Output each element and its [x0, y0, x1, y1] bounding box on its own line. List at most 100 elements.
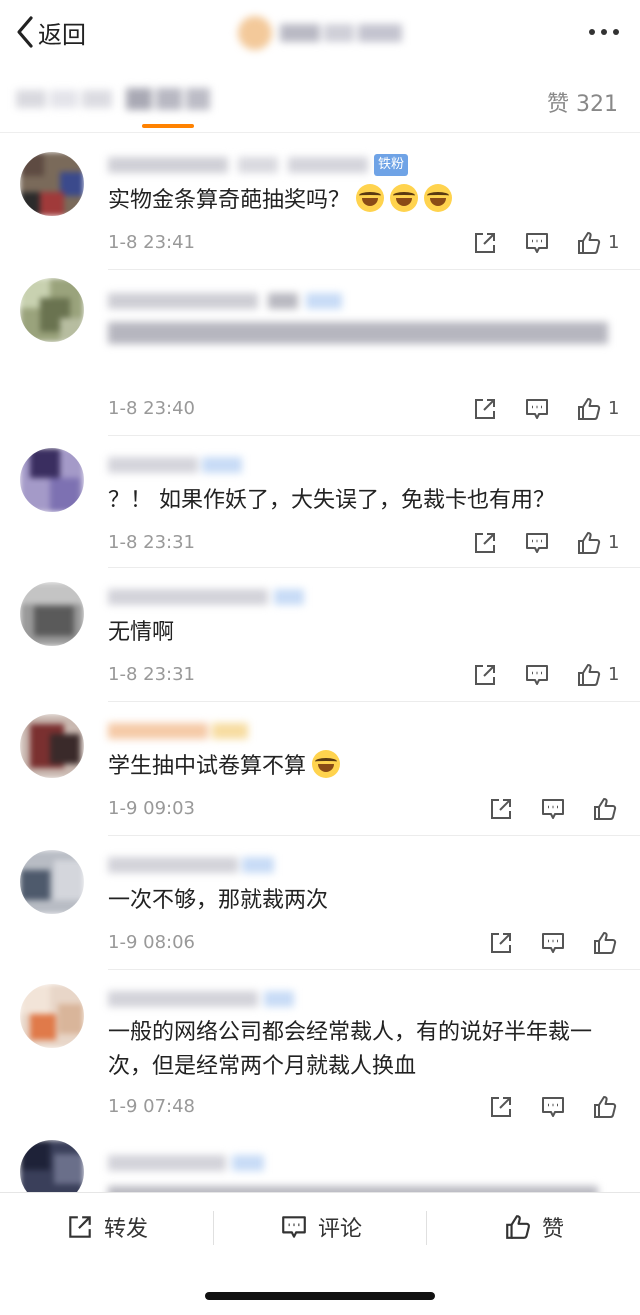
- repost-label: 转发: [104, 1217, 149, 1242]
- more-dot-icon: [601, 29, 607, 35]
- tears-of-joy-emoji-icon: [356, 184, 385, 212]
- like-button[interactable]: [574, 528, 604, 558]
- comment-time: 1-8 23:31: [108, 664, 195, 685]
- comment-text: ？！ 如果作妖了，大失误了，免裁卡也有用？: [108, 488, 555, 513]
- like-button[interactable]: [574, 228, 604, 258]
- tears-of-joy-emoji-icon: [424, 184, 453, 212]
- thumbs-up-icon: [578, 398, 601, 420]
- comment-item: 铁粉 实物金条算奇葩抽奖吗？ 1-8 23:41 1: [0, 134, 640, 270]
- share-button[interactable]: [470, 528, 500, 558]
- reply-button[interactable]: [522, 394, 552, 424]
- like-count: 1: [608, 232, 620, 253]
- tab-likes[interactable]: 赞 321: [547, 86, 618, 118]
- avatar[interactable]: [20, 448, 84, 512]
- more-menu-button[interactable]: [582, 14, 626, 50]
- like-button[interactable]: 赞: [504, 1207, 564, 1247]
- comment-text-content: 学生抽中试卷算不算: [108, 754, 307, 779]
- comment-text: 一次不够，那就裁两次: [108, 888, 329, 913]
- comment-icon: [282, 1216, 306, 1238]
- reply-button[interactable]: [538, 794, 568, 824]
- comment-item: 一次不够，那就裁两次 1-9 08:06: [0, 836, 640, 970]
- like-button[interactable]: [574, 394, 604, 424]
- username-blurred[interactable]: [108, 854, 278, 876]
- comment-time: 1-8 23:40: [108, 398, 195, 419]
- comment-text-content: 实物金条算奇葩抽奖吗？: [108, 188, 351, 213]
- reply-button[interactable]: [522, 228, 552, 258]
- avatar[interactable]: [20, 1140, 84, 1192]
- comment-icon: [542, 799, 564, 819]
- back-button[interactable]: 返回: [14, 10, 86, 54]
- like-count: 1: [608, 398, 620, 419]
- thumbs-up-icon: [594, 932, 617, 954]
- comment-text: 实物金条算奇葩抽奖吗？: [108, 184, 618, 218]
- thumbs-up-icon: [594, 798, 617, 820]
- active-tab-indicator: [142, 124, 194, 128]
- comment-text-blurred: [108, 1186, 598, 1192]
- share-button[interactable]: [486, 928, 516, 958]
- fan-badge: 铁粉: [374, 154, 409, 176]
- top-nav-bar: 返回: [0, 0, 640, 64]
- comment-item: 无情啊 1-8 23:31 1: [0, 568, 640, 702]
- avatar[interactable]: [20, 278, 84, 342]
- username-blurred[interactable]: [108, 154, 372, 176]
- username-blurred[interactable]: [108, 720, 250, 742]
- avatar[interactable]: [20, 984, 84, 1048]
- comment-item-partial: [0, 1134, 640, 1192]
- more-dot-icon: [589, 29, 595, 35]
- share-icon: [491, 799, 511, 819]
- like-count: 1: [608, 532, 620, 553]
- share-icon: [475, 533, 495, 553]
- avatar[interactable]: [20, 714, 84, 778]
- thumbs-up-icon: [578, 664, 601, 686]
- comment-time: 1-9 08:06: [108, 932, 195, 953]
- username-blurred[interactable]: [108, 290, 348, 312]
- crying-emoji-icon: [312, 750, 341, 778]
- comment-text: 一般的网络公司都会经常裁人，有的说好半年裁一次，但是经常两个月就裁人换血: [108, 1020, 593, 1079]
- comment-tab-bar: [0, 64, 640, 133]
- avatar[interactable]: [20, 152, 84, 216]
- comment-text: 无情啊: [108, 620, 175, 645]
- comment-time: 1-9 09:03: [108, 798, 195, 819]
- username-blurred[interactable]: [108, 988, 298, 1010]
- comment-item: 一般的网络公司都会经常裁人，有的说好半年裁一次，但是经常两个月就裁人换血 1-9…: [0, 970, 640, 1134]
- like-label: 赞: [542, 1217, 565, 1242]
- back-label: 返回: [38, 20, 86, 49]
- reply-button[interactable]: [522, 528, 552, 558]
- comment-button[interactable]: 评论: [280, 1207, 362, 1247]
- avatar[interactable]: [20, 850, 84, 914]
- share-button[interactable]: [470, 228, 500, 258]
- comment-text-blurred: [108, 322, 608, 344]
- like-count: 1: [608, 664, 620, 685]
- like-button[interactable]: [590, 794, 620, 824]
- like-button[interactable]: [574, 660, 604, 690]
- reply-button[interactable]: [538, 1092, 568, 1122]
- like-button[interactable]: [590, 928, 620, 958]
- tab-comments-blurred[interactable]: [124, 86, 212, 112]
- share-button[interactable]: [470, 394, 500, 424]
- repost-button[interactable]: 转发: [66, 1207, 148, 1247]
- username-blurred[interactable]: [108, 454, 248, 476]
- share-button[interactable]: [470, 660, 500, 690]
- home-indicator[interactable]: [205, 1292, 435, 1300]
- thumbs-up-icon: [578, 232, 601, 254]
- tab-reposts-blurred[interactable]: [14, 86, 114, 112]
- repost-icon: [69, 1216, 91, 1238]
- share-button[interactable]: [486, 1092, 516, 1122]
- avatar[interactable]: [20, 582, 84, 646]
- comment-icon: [526, 399, 548, 419]
- share-icon: [475, 399, 495, 419]
- thumbs-up-icon: [594, 1096, 617, 1118]
- username-blurred[interactable]: [108, 586, 308, 608]
- comment-icon: [526, 533, 548, 553]
- chevron-left-icon: [17, 16, 33, 48]
- reply-button[interactable]: [522, 660, 552, 690]
- share-button[interactable]: [486, 794, 516, 824]
- thumbs-up-icon: [578, 532, 601, 554]
- username-blurred[interactable]: [108, 1152, 268, 1174]
- divider: [213, 1211, 214, 1245]
- tears-of-joy-emoji-icon: [390, 184, 419, 212]
- comment-label: 评论: [318, 1217, 363, 1242]
- like-button[interactable]: [590, 1092, 620, 1122]
- reply-button[interactable]: [538, 928, 568, 958]
- comment-time: 1-9 07:48: [108, 1096, 195, 1117]
